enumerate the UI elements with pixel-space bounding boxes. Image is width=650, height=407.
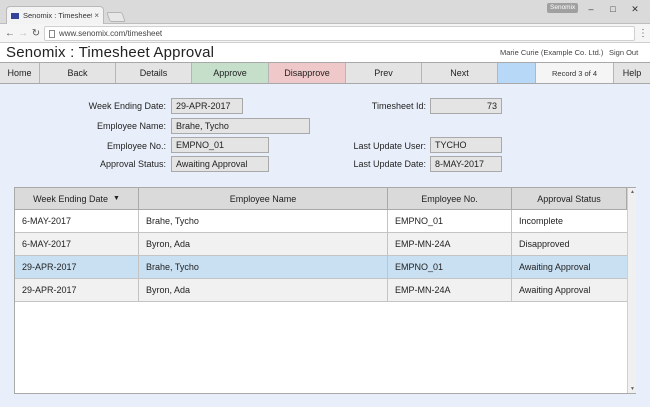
back-button[interactable]: Back <box>40 63 116 83</box>
current-user: Marie Curie (Example Co. Ltd.) <box>500 48 604 57</box>
app-header: Senomix : Timesheet Approval Marie Curie… <box>0 43 650 62</box>
forward-arrow-icon[interactable]: → <box>17 27 29 40</box>
cell-employee-name: Byron, Ada <box>139 279 388 301</box>
disapprove-button[interactable]: Disapprove <box>269 63 346 83</box>
approval-status-label: Approval Status: <box>99 159 166 169</box>
table-row-selected[interactable]: 29-APR-2017 Brahe, Tycho EMPNO_01 Awaiti… <box>15 256 627 279</box>
employee-name-field: Brahe, Tycho <box>171 118 310 134</box>
table-row[interactable]: 6-MAY-2017 Brahe, Tycho EMPNO_01 Incompl… <box>15 210 627 233</box>
column-header-week-ending[interactable]: Week Ending Date ▼ <box>15 188 139 210</box>
cell-employee-no: EMPNO_01 <box>388 210 512 232</box>
tab-close-icon[interactable]: × <box>94 11 99 20</box>
last-update-date-label: Last Update Date: <box>353 159 426 169</box>
toolbar: Home Back Details Approve Disapprove Pre… <box>0 62 650 84</box>
close-window-icon[interactable]: ✕ <box>628 3 642 15</box>
cell-employee-name: Brahe, Tycho <box>139 210 388 232</box>
week-ending-label: Week Ending Date: <box>88 101 166 111</box>
blank-toolbar-button[interactable] <box>498 63 536 83</box>
cell-employee-name: Brahe, Tycho <box>139 256 388 278</box>
tab-title: Senomix : Timesheet Ap <box>23 11 93 20</box>
table-row[interactable]: 29-APR-2017 Byron, Ada EMP-MN-24A Awaiti… <box>15 279 627 302</box>
cell-week-ending: 6-MAY-2017 <box>15 210 139 232</box>
record-indicator: Record 3 of 4 <box>536 63 614 83</box>
url-input[interactable]: www.senomix.com/timesheet <box>44 26 635 41</box>
last-update-user-label: Last Update User: <box>353 141 426 151</box>
browser-tab-bar: Senomix : Timesheet Ap × Senomix – □ ✕ <box>0 0 650 24</box>
employee-name-label: Employee Name: <box>96 121 166 131</box>
table-row[interactable]: 6-MAY-2017 Byron, Ada EMP-MN-24A Disappr… <box>15 233 627 256</box>
cell-employee-no: EMP-MN-24A <box>388 279 512 301</box>
scroll-up-icon[interactable]: ▲ <box>628 189 637 195</box>
week-ending-field: 29-APR-2017 <box>171 98 243 114</box>
column-header-approval-status[interactable]: Approval Status <box>512 188 627 210</box>
sort-descending-icon: ▼ <box>112 195 120 202</box>
profile-chip[interactable]: Senomix <box>547 3 579 13</box>
reload-icon[interactable]: ↻ <box>30 27 42 40</box>
maximize-icon[interactable]: □ <box>606 3 620 15</box>
main-content: Week Ending Date: 29-APR-2017 Employee N… <box>0 84 650 407</box>
address-bar: ← → ↻ www.senomix.com/timesheet ⋮ <box>0 24 650 43</box>
cell-employee-name: Byron, Ada <box>139 233 388 255</box>
column-header-label: Week Ending Date <box>33 193 108 204</box>
new-tab-button[interactable] <box>106 12 126 22</box>
browser-tab[interactable]: Senomix : Timesheet Ap × <box>6 6 104 24</box>
cell-approval-status: Awaiting Approval <box>519 285 591 295</box>
cell-approval-status: Incomplete <box>519 216 564 226</box>
page-title: Senomix : Timesheet Approval <box>6 44 215 61</box>
cell-week-ending: 29-APR-2017 <box>15 256 139 278</box>
favicon-icon <box>11 12 19 19</box>
cell-week-ending: 29-APR-2017 <box>15 279 139 301</box>
column-header-employee-no[interactable]: Employee No. <box>388 188 512 210</box>
last-update-date-field: 8-MAY-2017 <box>430 156 502 172</box>
timesheet-id-label: Timesheet Id: <box>371 101 426 111</box>
cell-week-ending: 6-MAY-2017 <box>15 233 139 255</box>
cell-approval-status: Disapproved <box>519 239 570 249</box>
column-header-employee-name[interactable]: Employee Name <box>139 188 388 210</box>
browser-menu-icon[interactable]: ⋮ <box>638 27 648 40</box>
cell-employee-no: EMPNO_01 <box>388 256 512 278</box>
scroll-down-icon[interactable]: ▼ <box>628 386 637 392</box>
minimize-icon[interactable]: – <box>584 3 598 15</box>
sign-out-link[interactable]: Sign Out <box>609 48 638 57</box>
approve-button[interactable]: Approve <box>192 63 269 83</box>
prev-button[interactable]: Prev <box>346 63 422 83</box>
next-button[interactable]: Next <box>422 63 498 83</box>
cell-employee-no: EMP-MN-24A <box>388 233 512 255</box>
approval-status-field: Awaiting Approval <box>171 156 269 172</box>
timesheet-id-field: 73 <box>430 98 502 114</box>
help-button[interactable]: Help <box>614 63 650 83</box>
timesheet-grid: Week Ending Date ▼ Employee Name Employe… <box>14 187 636 394</box>
back-arrow-icon[interactable]: ← <box>4 27 16 40</box>
page-icon <box>49 29 55 38</box>
details-button[interactable]: Details <box>116 63 192 83</box>
employee-no-label: Employee No.: <box>106 141 166 151</box>
url-text: www.senomix.com/timesheet <box>59 29 163 38</box>
cell-approval-status: Awaiting Approval <box>519 262 591 272</box>
home-button[interactable]: Home <box>0 63 40 83</box>
last-update-user-field: TYCHO <box>430 137 502 153</box>
employee-no-field: EMPNO_01 <box>171 137 269 153</box>
grid-scrollbar[interactable]: ▲ ▼ <box>627 188 636 393</box>
